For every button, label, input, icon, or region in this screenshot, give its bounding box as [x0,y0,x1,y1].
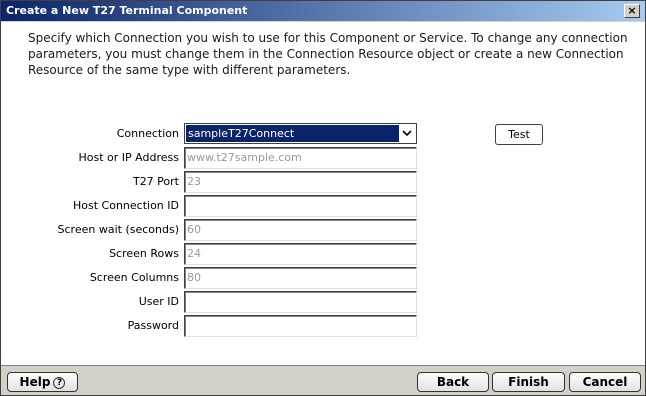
button-bar: Help? Back Finish Cancel [1,365,645,395]
content-panel: Specify which Connection you wish to use… [1,22,645,365]
help-icon: ? [53,376,66,389]
port-label: T27 Port [132,175,179,188]
host-label: Host or IP Address [78,151,179,164]
connection-label: Connection [116,127,179,140]
port-field[interactable]: 23 [184,171,417,193]
help-button[interactable]: Help? [7,372,78,392]
screen-rows-field[interactable]: 24 [184,243,417,265]
chevron-down-icon[interactable] [399,125,415,142]
help-button-label: Help [19,375,51,389]
connection-selected-value: sampleT27Connect [186,125,399,142]
screen-columns-field[interactable]: 80 [184,267,417,289]
screen-wait-field[interactable]: 60 [184,219,417,241]
connection-select[interactable]: sampleT27Connect [184,123,417,144]
finish-button[interactable]: Finish [492,372,565,392]
password-field[interactable] [184,315,417,337]
back-button[interactable]: Back [417,372,489,392]
cancel-button[interactable]: Cancel [569,372,641,392]
host-connection-id-field[interactable] [184,195,417,217]
host-field[interactable]: www.t27sample.com [184,147,417,169]
host-connection-id-label: Host Connection ID [73,199,179,212]
user-id-field[interactable] [184,291,417,313]
window-title: Create a New T27 Terminal Component [6,4,248,17]
screen-rows-label: Screen Rows [109,247,179,260]
user-id-label: User ID [138,295,179,308]
dialog-window: Create a New T27 Terminal Component × Sp… [0,0,646,396]
title-bar[interactable]: Create a New T27 Terminal Component × [1,1,645,21]
password-label: Password [127,319,179,332]
test-button[interactable]: Test [495,124,543,145]
screen-columns-label: Screen Columns [89,271,179,284]
description-text: Specify which Connection you wish to use… [28,31,628,77]
close-button[interactable]: × [624,4,640,18]
screen-wait-label: Screen wait (seconds) [57,223,179,236]
